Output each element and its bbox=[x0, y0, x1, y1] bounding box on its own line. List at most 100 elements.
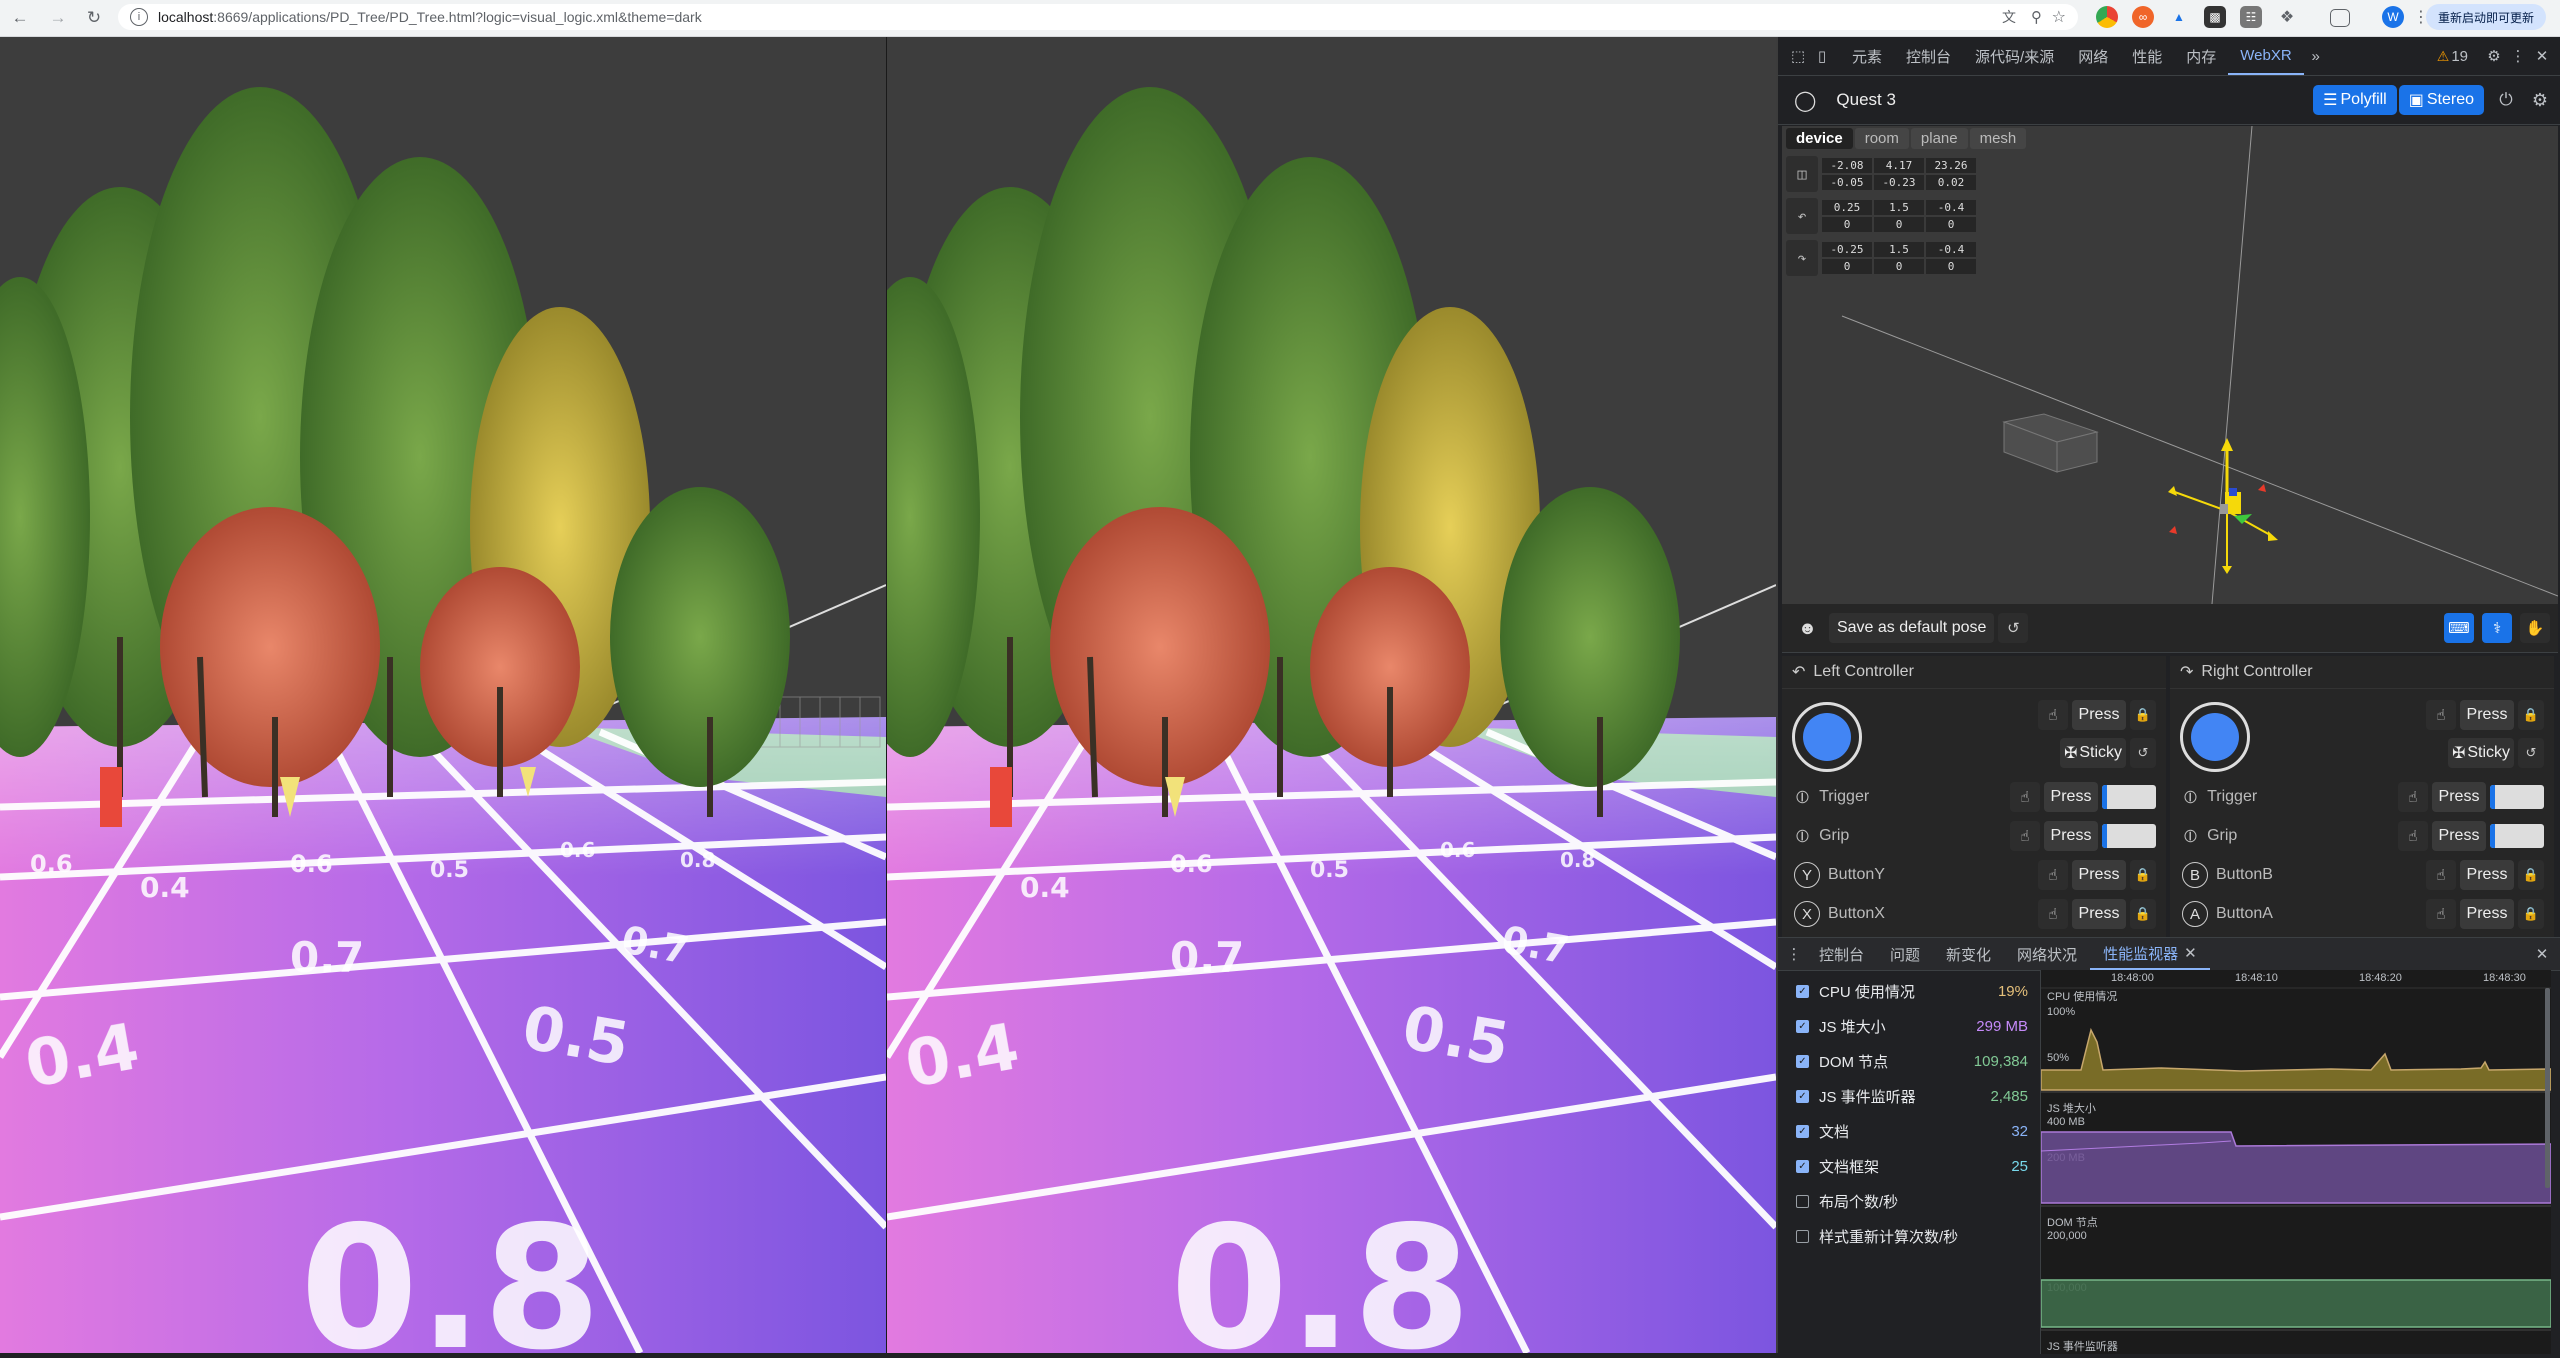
left-grip-press-button[interactable]: Press bbox=[2044, 821, 2098, 851]
close-tab-icon[interactable]: ✕ bbox=[2184, 944, 2197, 962]
settings-gear-icon[interactable]: ⚙ bbox=[2482, 44, 2506, 68]
warning-icon[interactable]: ⚠ bbox=[2437, 48, 2450, 65]
drawer-menu-icon[interactable]: ⋮ bbox=[1782, 942, 1806, 966]
extension-grey-icon[interactable]: ☷ bbox=[2240, 6, 2262, 28]
close-devtools-icon[interactable]: ✕ bbox=[2530, 44, 2554, 68]
right-buttona-press-button[interactable]: Press bbox=[2460, 899, 2514, 929]
right-thumbstick[interactable] bbox=[2180, 702, 2250, 772]
translate-icon[interactable]: 文 bbox=[2002, 7, 2016, 27]
extension-orange-icon[interactable]: ∞ bbox=[2132, 6, 2154, 28]
touch-icon[interactable]: ☝ bbox=[2426, 700, 2456, 730]
tab-elements[interactable]: 元素 bbox=[1840, 37, 1894, 75]
controller-mode-icon[interactable]: ⚕ bbox=[2482, 613, 2512, 643]
reset-pose-icon[interactable]: ↺ bbox=[1998, 613, 2029, 643]
left-sticky-button[interactable]: ✠ Sticky bbox=[2060, 738, 2126, 768]
webxr-stereo-view[interactable]: 0.8 0.5 0.4 0.7 0.7 0.4 0.6 0.5 0.6 0.8 … bbox=[0, 37, 1776, 1353]
zoom-icon[interactable]: ⚲ bbox=[2031, 8, 2042, 26]
power-icon[interactable]: ⏻ bbox=[2494, 88, 2518, 112]
metric-js-heap[interactable]: ✓ JS 堆大小 299 MB bbox=[1778, 1009, 2040, 1044]
checkbox-checked-icon[interactable]: ✓ bbox=[1796, 1090, 1809, 1103]
emulator-3d-viewport[interactable]: device room plane mesh ◫ -2.08 4.17 23.2… bbox=[1782, 126, 2558, 604]
profile-avatar[interactable]: W bbox=[2382, 6, 2404, 28]
reset-stick-icon[interactable]: ↺ bbox=[2130, 738, 2156, 768]
drawer-tab-issues[interactable]: 问题 bbox=[1877, 938, 1933, 970]
right-grip-slider[interactable] bbox=[2490, 824, 2544, 848]
back-icon[interactable]: ← bbox=[6, 4, 34, 32]
left-trigger-slider[interactable] bbox=[2102, 785, 2156, 809]
close-drawer-icon[interactable]: ✕ bbox=[2530, 942, 2554, 966]
checkbox-checked-icon[interactable]: ✓ bbox=[1796, 1160, 1809, 1173]
tab-webxr[interactable]: WebXR bbox=[2228, 37, 2304, 75]
device-toolbar-icon[interactable]: ▯ bbox=[1810, 44, 1834, 68]
checkbox-checked-icon[interactable]: ✓ bbox=[1796, 1055, 1809, 1068]
right-buttonb-press-button[interactable]: Press bbox=[2460, 860, 2514, 890]
tab-memory[interactable]: 内存 bbox=[2174, 37, 2228, 75]
extensions-puzzle-icon[interactable]: ❖ bbox=[2276, 6, 2298, 28]
metric-cpu[interactable]: ✓ CPU 使用情况 19% bbox=[1778, 974, 2040, 1009]
touch-icon[interactable]: ☝ bbox=[2010, 782, 2040, 812]
stereo-toggle[interactable]: ▣ Stereo bbox=[2398, 85, 2484, 115]
polyfill-toggle[interactable]: ☰ Polyfill bbox=[2313, 85, 2397, 115]
extension-dark-icon[interactable]: ▩ bbox=[2204, 6, 2226, 28]
metric-documents[interactable]: ✓ 文档 32 bbox=[1778, 1114, 2040, 1149]
tab-console[interactable]: 控制台 bbox=[1894, 37, 1963, 75]
tab-performance[interactable]: 性能 bbox=[2120, 37, 2174, 75]
devtools-menu-icon[interactable]: ⋮ bbox=[2506, 44, 2530, 68]
device-settings-icon[interactable]: ⚙ bbox=[2528, 88, 2552, 112]
lock-icon[interactable]: 🔒 bbox=[2130, 700, 2156, 730]
touch-icon[interactable]: ☝ bbox=[2010, 821, 2040, 851]
keyboard-mode-icon[interactable]: ⌨ bbox=[2444, 613, 2474, 643]
device-name[interactable]: Quest 3 bbox=[1836, 90, 1896, 110]
extension-chrome-icon[interactable] bbox=[2096, 6, 2118, 28]
checkbox-unchecked-icon[interactable] bbox=[1796, 1230, 1809, 1243]
checkbox-unchecked-icon[interactable] bbox=[1796, 1195, 1809, 1208]
touch-icon[interactable]: ☝ bbox=[2038, 860, 2068, 890]
transform-gizmo[interactable] bbox=[1782, 126, 2558, 604]
metric-frames[interactable]: ✓ 文档框架 25 bbox=[1778, 1149, 2040, 1184]
forward-icon[interactable]: → bbox=[44, 4, 72, 32]
right-trigger-press-button[interactable]: Press bbox=[2432, 782, 2486, 812]
touch-icon[interactable]: ☝ bbox=[2038, 700, 2068, 730]
left-trigger-press-button[interactable]: Press bbox=[2044, 782, 2098, 812]
left-thumbstick-knob[interactable] bbox=[1803, 713, 1851, 761]
left-buttony-press-button[interactable]: Press bbox=[2072, 860, 2126, 890]
reset-stick-icon[interactable]: ↺ bbox=[2518, 738, 2544, 768]
bookmark-star-icon[interactable]: ☆ bbox=[2052, 7, 2066, 27]
update-button[interactable]: 重新启动即可更新 bbox=[2425, 4, 2546, 30]
lock-icon[interactable]: 🔒 bbox=[2518, 899, 2544, 929]
right-sticky-button[interactable]: ✠ Sticky bbox=[2448, 738, 2514, 768]
metric-js-listeners[interactable]: ✓ JS 事件监听器 2,485 bbox=[1778, 1079, 2040, 1114]
drawer-tab-console[interactable]: 控制台 bbox=[1806, 938, 1877, 970]
drawer-tab-performance-monitor[interactable]: 性能监视器 ✕ bbox=[2090, 938, 2210, 970]
right-thumbstick-press-button[interactable]: Press bbox=[2460, 700, 2514, 730]
site-info-icon[interactable]: i bbox=[130, 8, 148, 26]
lock-icon[interactable]: 🔒 bbox=[2130, 860, 2156, 890]
more-tabs-icon[interactable]: » bbox=[2304, 44, 2328, 68]
right-thumbstick-knob[interactable] bbox=[2191, 713, 2239, 761]
drawer-tab-whats-new[interactable]: 新变化 bbox=[1933, 938, 2004, 970]
metric-layouts[interactable]: 布局个数/秒 bbox=[1778, 1184, 2040, 1219]
extension-blue-icon[interactable]: ▲ bbox=[2168, 6, 2190, 28]
left-thumbstick-press-button[interactable]: Press bbox=[2072, 700, 2126, 730]
inspect-element-icon[interactable]: ⬚ bbox=[1786, 44, 1810, 68]
metric-dom-nodes[interactable]: ✓ DOM 节点 109,384 bbox=[1778, 1044, 2040, 1079]
right-trigger-slider[interactable] bbox=[2490, 785, 2544, 809]
right-grip-press-button[interactable]: Press bbox=[2432, 821, 2486, 851]
lock-icon[interactable]: 🔒 bbox=[2130, 899, 2156, 929]
touch-icon[interactable]: ☝ bbox=[2398, 782, 2428, 812]
checkbox-checked-icon[interactable]: ✓ bbox=[1796, 985, 1809, 998]
save-default-pose-button[interactable]: Save as default pose bbox=[1828, 613, 1995, 643]
drawer-tab-network-conditions[interactable]: 网络状况 bbox=[2004, 938, 2090, 970]
checkbox-checked-icon[interactable]: ✓ bbox=[1796, 1125, 1809, 1138]
left-buttonx-press-button[interactable]: Press bbox=[2072, 899, 2126, 929]
touch-icon[interactable]: ☝ bbox=[2426, 860, 2456, 890]
touch-icon[interactable]: ☝ bbox=[2398, 821, 2428, 851]
left-grip-slider[interactable] bbox=[2102, 824, 2156, 848]
checkbox-checked-icon[interactable]: ✓ bbox=[1796, 1020, 1809, 1033]
touch-icon[interactable]: ☝ bbox=[2038, 899, 2068, 929]
lock-icon[interactable]: 🔒 bbox=[2518, 700, 2544, 730]
warning-count[interactable]: 19 bbox=[2451, 48, 2468, 65]
tab-sources[interactable]: 源代码/来源 bbox=[1963, 37, 2066, 75]
left-thumbstick[interactable] bbox=[1792, 702, 1862, 772]
touch-icon[interactable]: ☝ bbox=[2426, 899, 2456, 929]
